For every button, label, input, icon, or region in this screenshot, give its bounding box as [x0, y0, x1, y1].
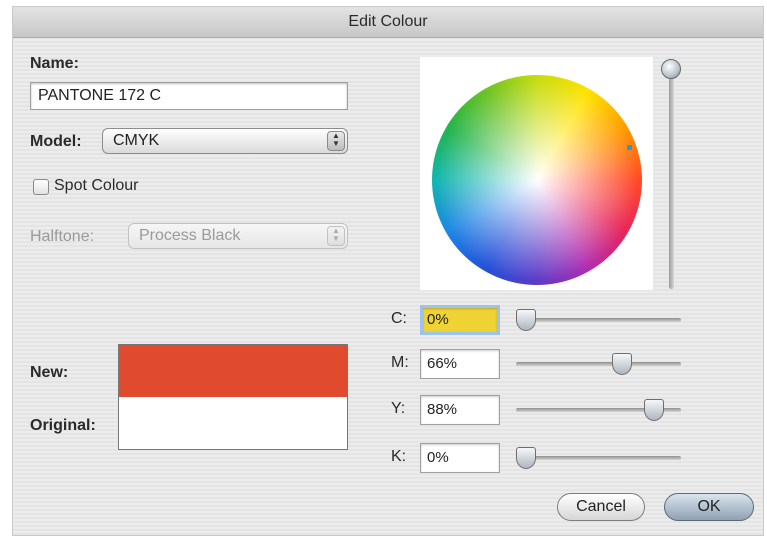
model-label: Model: [30, 133, 82, 150]
name-label: Name: [30, 55, 79, 72]
spot-colour-label: Spot Colour [54, 177, 139, 194]
black-slider-knob[interactable] [516, 447, 536, 469]
brightness-slider-knob[interactable] [661, 59, 681, 79]
edit-colour-dialog: Edit Colour Name: PANTONE 172 C Model: C… [12, 6, 764, 536]
popup-arrows-icon: ▲ ▼ [327, 226, 345, 246]
new-swatch-label: New: [30, 364, 69, 381]
model-popup[interactable]: CMYK ▲ ▼ [102, 128, 348, 154]
black-slider-track[interactable] [516, 456, 681, 460]
magenta-slider-knob[interactable] [611, 353, 632, 375]
colour-swatch-preview [118, 344, 348, 450]
spot-colour-checkbox[interactable] [33, 179, 49, 195]
halftone-popup[interactable]: Process Black ▲ ▼ [128, 223, 348, 249]
cancel-button[interactable]: Cancel [557, 493, 645, 521]
halftone-value: Process Black [139, 227, 241, 244]
yellow-slider-knob[interactable] [643, 399, 664, 421]
original-swatch-label: Original: [30, 417, 96, 434]
color-wheel-panel [420, 57, 653, 290]
dialog-title: Edit Colour [13, 7, 763, 38]
cyan-label: C: [391, 310, 407, 327]
name-field[interactable]: PANTONE 172 C [30, 82, 348, 110]
color-wheel-icon[interactable] [432, 75, 642, 285]
original-colour-swatch [119, 397, 347, 449]
magenta-field[interactable]: 66% [420, 349, 500, 379]
model-value: CMYK [113, 132, 160, 149]
magenta-slider-track[interactable] [516, 362, 681, 366]
yellow-field[interactable]: 88% [420, 395, 500, 425]
black-label: K: [391, 448, 407, 465]
cyan-slider-knob[interactable] [516, 309, 536, 331]
cyan-slider-track[interactable] [516, 318, 681, 322]
ok-button[interactable]: OK [664, 493, 754, 521]
brightness-slider-track[interactable] [669, 67, 674, 289]
cyan-field[interactable]: 0% [420, 305, 500, 335]
halftone-label: Halftone: [30, 228, 95, 245]
wheel-marker[interactable] [627, 145, 632, 150]
black-field[interactable]: 0% [420, 443, 500, 473]
magenta-label: M: [391, 354, 409, 371]
popup-arrows-icon: ▲ ▼ [327, 131, 345, 151]
new-colour-swatch [119, 345, 347, 397]
yellow-label: Y: [391, 400, 406, 417]
